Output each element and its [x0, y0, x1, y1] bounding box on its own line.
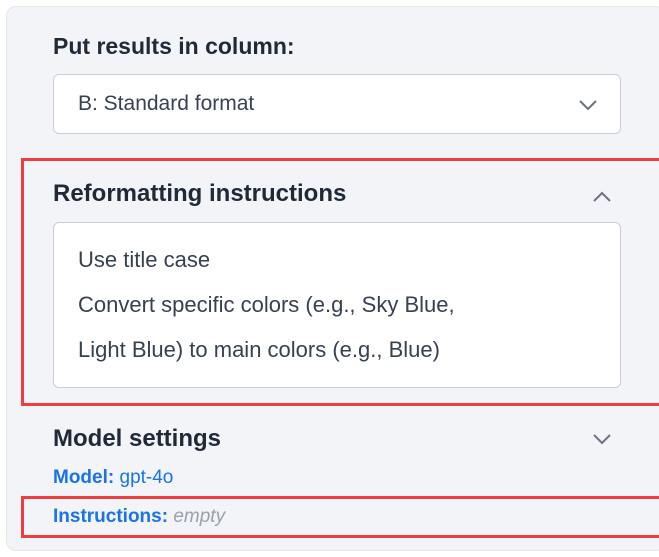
- column-select-label: Put results in column:: [53, 33, 295, 59]
- instruction-line: Use title case: [78, 247, 211, 272]
- chevron-down-icon: [579, 100, 597, 111]
- model-key: Model:: [53, 467, 115, 488]
- instructions-key: Instructions:: [53, 506, 169, 527]
- instruction-line: Convert specific colors (e.g., Sky Blue,: [78, 292, 455, 317]
- instruction-line: Light Blue) to main colors (e.g., Blue): [78, 337, 440, 362]
- model-setting[interactable]: Model: gpt-4o: [53, 467, 173, 489]
- reformatting-instructions-textarea[interactable]: Use title case Convert specific colors (…: [53, 222, 621, 388]
- model-value: gpt-4o: [119, 467, 174, 488]
- instructions-value: empty: [173, 506, 226, 527]
- chevron-down-icon[interactable]: [592, 433, 612, 445]
- model-settings-title: Model settings: [53, 425, 222, 452]
- reformatting-title: Reformatting instructions: [53, 180, 347, 207]
- column-select-value: B: Standard format: [78, 92, 255, 115]
- chevron-up-icon[interactable]: [592, 191, 612, 203]
- instructions-setting[interactable]: Instructions: empty: [53, 506, 225, 528]
- column-select[interactable]: B: Standard format: [53, 74, 621, 134]
